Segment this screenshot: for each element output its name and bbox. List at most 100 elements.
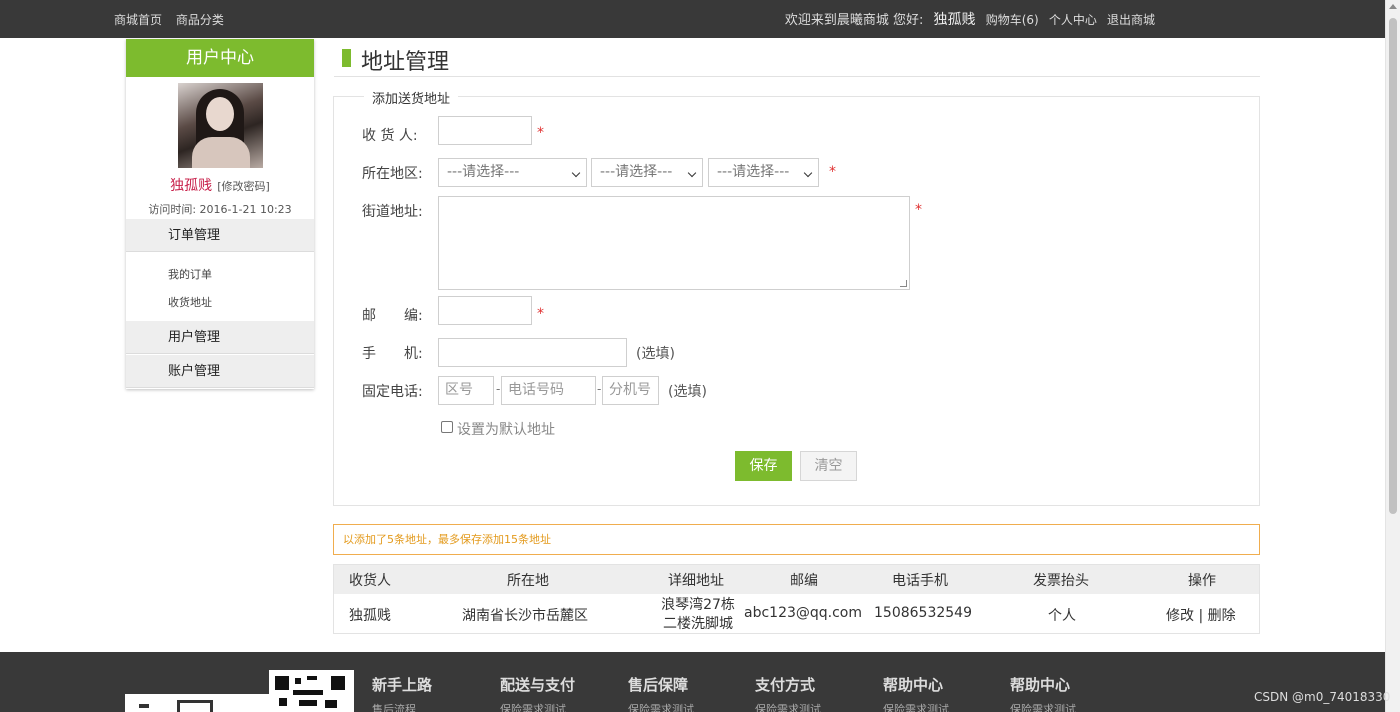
chevron-down-icon: [571, 168, 581, 178]
welcome-text: 欢迎来到晨曦商城 您好:: [784, 13, 924, 28]
mobile-input[interactable]: [438, 338, 627, 367]
scroll-up-arrow-icon[interactable]: [1389, 4, 1397, 9]
street-textarea[interactable]: [438, 196, 910, 290]
receiver-input[interactable]: [438, 116, 532, 145]
footer-column-title: 帮助中心: [1010, 676, 1071, 694]
footer-column-title: 新手上路: [372, 676, 433, 694]
column-header: 邮编: [790, 573, 818, 589]
sidebar-item-my-orders[interactable]: 我的订单: [168, 266, 212, 282]
province-select[interactable]: ---请选择---: [438, 158, 587, 187]
footer-column: 支付方式 保险需求测试: [755, 674, 821, 712]
receiver-label: 收 货 人:: [362, 128, 418, 144]
footer-link[interactable]: 保险需求测试: [500, 701, 575, 712]
phone-ext-input[interactable]: 分机号: [602, 376, 659, 405]
phone-optional-hint: (选填): [668, 384, 707, 400]
footer-link[interactable]: 售后流程: [372, 701, 432, 712]
top-username[interactable]: 独孤贱: [934, 12, 976, 28]
page-footer: 新手上路 售后流程 配送与支付 保险需求测试 售后保障 保险需求测试 支付方式 …: [0, 652, 1385, 712]
cell-address: 浪琴湾27栋二楼洗脚城: [661, 597, 735, 632]
city-select[interactable]: ---请选择---: [591, 158, 703, 187]
phone-label: 固定电话:: [362, 384, 423, 400]
sidebar-username: 独孤贱: [170, 178, 213, 194]
page-title-text: 地址管理: [361, 50, 450, 75]
mobile-label: 手 机:: [362, 346, 423, 362]
footer-link[interactable]: 保险需求测试: [1010, 701, 1076, 712]
footer-column-title: 配送与支付: [500, 676, 576, 694]
page-scrollbar[interactable]: [1385, 0, 1400, 712]
phone-number-input[interactable]: 电话号码: [501, 376, 596, 405]
cell-phone: 15086532549: [874, 605, 972, 621]
logout-link[interactable]: 退出商城: [1107, 13, 1155, 27]
column-header: 收货人: [349, 573, 391, 589]
district-select-value: ---请选择---: [717, 164, 790, 180]
scrollbar-thumb[interactable]: [1389, 18, 1397, 514]
form-legend: 添加送货地址: [364, 88, 459, 107]
footer-link[interactable]: 保险需求测试: [883, 701, 949, 712]
sidebar-item-accounts[interactable]: 账户管理: [126, 355, 314, 388]
region-label: 所在地区:: [362, 166, 423, 182]
column-header: 电话手机: [892, 573, 948, 589]
column-header: 详细地址: [668, 573, 724, 589]
action-separator: |: [1198, 608, 1204, 624]
nav-category-link[interactable]: 商品分类: [176, 13, 224, 27]
phone-area-input[interactable]: 区号: [438, 376, 494, 405]
chevron-down-icon: [803, 168, 813, 178]
delete-address-link[interactable]: 删除: [1208, 608, 1236, 624]
address-table: 收货人 所在地 详细地址 邮编 电话手机 发票抬头 操作 独孤贱 湖南省长沙市岳…: [333, 564, 1260, 634]
top-nav-right: 欢迎来到晨曦商城 您好: 独孤贱 购物车(6) 个人中心 退出商城: [779, 9, 1155, 29]
phone-dash: -: [496, 382, 501, 396]
footer-column: 帮助中心 保险需求测试: [1010, 674, 1076, 712]
visit-time: 访问时间: 2016-1-21 10:23: [148, 203, 292, 216]
save-button[interactable]: 保存: [735, 451, 792, 481]
qr-code-icon: [269, 670, 354, 712]
footer-logo: [125, 694, 271, 712]
footer-column: 售后保障 保险需求测试: [628, 674, 694, 712]
footer-column: 新手上路 售后流程: [372, 674, 432, 712]
title-accent-bar: [342, 49, 351, 67]
sidebar-item-addresses[interactable]: 收货地址: [168, 294, 212, 310]
user-center-sidebar: 用户中心 独孤贱 [修改密码] 访问时间: 2016-1-21 10:23 订单…: [126, 39, 314, 389]
chevron-down-icon: [687, 168, 697, 178]
profile-link[interactable]: 个人中心: [1049, 13, 1097, 27]
column-header: 操作: [1188, 573, 1216, 589]
column-header: 所在地: [507, 573, 549, 589]
title-divider: [334, 76, 1260, 77]
default-address-label[interactable]: 设置为默认地址: [457, 419, 555, 439]
address-count-notice: 以添加了5条地址，最多保存添加15条地址: [333, 524, 1260, 555]
district-select[interactable]: ---请选择---: [708, 158, 819, 187]
postcode-input[interactable]: [438, 296, 532, 325]
change-password-link[interactable]: [修改密码]: [217, 180, 270, 193]
column-header: 发票抬头: [1033, 573, 1089, 589]
cell-invoice: 个人: [1048, 608, 1076, 624]
cart-link[interactable]: 购物车(6): [986, 13, 1039, 27]
footer-column: 配送与支付 保险需求测试: [500, 674, 575, 712]
footer-link[interactable]: 保险需求测试: [628, 701, 694, 712]
footer-link[interactable]: 保险需求测试: [755, 701, 821, 712]
footer-column: 帮助中心 保险需求测试: [883, 674, 949, 712]
region-required-mark: *: [829, 164, 836, 180]
default-address-checkbox[interactable]: [441, 421, 453, 433]
footer-column-title: 帮助中心: [883, 676, 944, 694]
cell-actions: 修改 | 删除: [1166, 605, 1236, 625]
resize-grip-icon[interactable]: [900, 280, 907, 287]
avatar: [178, 83, 263, 168]
city-select-value: ---请选择---: [600, 164, 673, 180]
top-navbar: 商城首页 商品分类 欢迎来到晨曦商城 您好: 独孤贱 购物车(6) 个人中心 退…: [0, 0, 1385, 38]
clear-button[interactable]: 清空: [800, 451, 857, 481]
sidebar-user-line: 独孤贱 [修改密码]: [126, 175, 314, 195]
footer-column-title: 售后保障: [628, 676, 689, 694]
cell-postcode: abc123@qq.com: [744, 605, 863, 621]
phone-dash: -: [597, 382, 602, 396]
postcode-label: 邮 编:: [362, 308, 423, 324]
sidebar-item-users[interactable]: 用户管理: [126, 321, 314, 354]
edit-address-link[interactable]: 修改: [1166, 608, 1194, 624]
top-nav-left: 商城首页 商品分类: [114, 11, 234, 28]
footer-column-title: 支付方式: [755, 676, 816, 694]
cell-receiver: 独孤贱: [349, 608, 391, 624]
nav-home-link[interactable]: 商城首页: [114, 13, 162, 27]
province-select-value: ---请选择---: [447, 164, 520, 180]
postcode-required-mark: *: [537, 306, 544, 322]
sidebar-title: 用户中心: [126, 39, 314, 77]
receiver-required-mark: *: [537, 125, 544, 141]
sidebar-item-orders[interactable]: 订单管理: [126, 219, 314, 252]
